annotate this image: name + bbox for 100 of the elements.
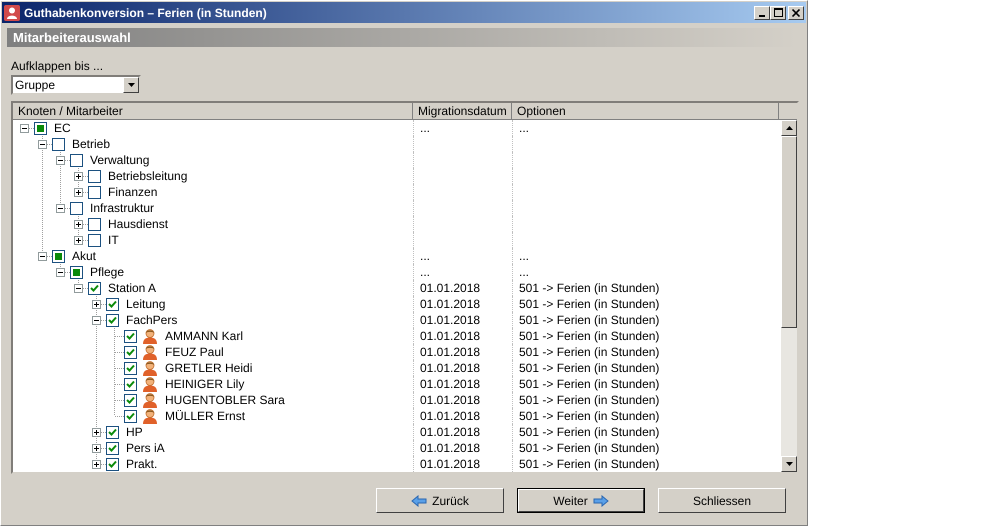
column-header[interactable]: Optionen (512, 103, 779, 119)
minimize-button[interactable] (754, 6, 770, 20)
expand-icon[interactable] (74, 188, 83, 197)
table-cell: 501 -> Ferien (in Stunden) (519, 297, 660, 311)
checkbox[interactable] (106, 298, 119, 310)
tree-node-label[interactable]: Finanzen (108, 185, 158, 199)
table-cell: 01.01.2018 (420, 297, 480, 311)
person-icon (142, 408, 158, 424)
expand-icon[interactable] (92, 444, 101, 453)
expand-icon[interactable] (92, 300, 101, 309)
checkbox[interactable] (106, 442, 119, 454)
column-header[interactable]: Migrationsdatum (413, 103, 512, 119)
tree-node-label[interactable]: FachPers (126, 313, 178, 327)
expand-icon[interactable] (74, 172, 83, 181)
table-cell: 501 -> Ferien (in Stunden) (519, 393, 660, 407)
person-icon (142, 376, 158, 392)
tree-node-label[interactable]: Verwaltung (90, 153, 150, 167)
checkbox[interactable] (106, 426, 119, 438)
tree-node-label[interactable]: Akut (72, 249, 96, 263)
maximize-button[interactable] (770, 6, 786, 20)
table-cell: 501 -> Ferien (in Stunden) (519, 457, 660, 471)
table-cell: 01.01.2018 (420, 281, 480, 295)
table-cell: ... (420, 121, 430, 135)
checkbox[interactable] (88, 170, 101, 182)
tree-node-label[interactable]: Pers iA (126, 441, 165, 455)
table-cell: ... (519, 121, 530, 135)
expand-icon[interactable] (92, 460, 101, 469)
tree-node-label[interactable]: GRETLER Heidi (165, 361, 252, 375)
checkbox[interactable] (70, 202, 83, 214)
scroll-up-button[interactable] (781, 120, 797, 136)
person-icon (142, 360, 158, 376)
checkbox[interactable] (88, 218, 101, 230)
checkbox[interactable] (88, 186, 101, 198)
checkbox[interactable] (106, 314, 119, 326)
checkbox[interactable] (124, 394, 137, 406)
collapse-icon[interactable] (56, 204, 65, 213)
tree-node-label[interactable]: EC (54, 121, 71, 135)
tree-node-label[interactable]: HUGENTOBLER Sara (165, 393, 285, 407)
checkbox[interactable] (106, 458, 119, 470)
maximize-icon (774, 8, 782, 17)
checkbox[interactable] (124, 330, 137, 342)
checkbox[interactable] (124, 346, 137, 358)
back-button[interactable]: Zurück (376, 488, 504, 513)
tree-node-label[interactable]: HP (126, 425, 143, 439)
tree-node-label[interactable]: Betrieb (72, 137, 110, 151)
tree-node-label[interactable]: Hausdienst (108, 217, 168, 231)
table-cell: ... (519, 265, 530, 279)
person-icon (142, 392, 158, 408)
scroll-down-button[interactable] (781, 456, 797, 472)
field-label: Aufklappen bis ... (11, 59, 104, 73)
scrollbar[interactable] (781, 120, 797, 472)
checkbox[interactable] (52, 250, 65, 262)
tree-node-label[interactable]: Infrastruktur (90, 201, 154, 215)
checkbox[interactable] (52, 138, 65, 150)
close-button[interactable] (788, 6, 804, 20)
checkbox[interactable] (124, 362, 137, 374)
table-cell: 501 -> Ferien (in Stunden) (519, 409, 660, 423)
table-cell: ... (519, 249, 530, 263)
checkbox[interactable] (124, 410, 137, 422)
close-dialog-button[interactable]: Schliessen (658, 488, 786, 513)
tree-node-label[interactable]: Station A (108, 281, 156, 295)
scroll-thumb[interactable] (781, 136, 797, 328)
collapse-icon[interactable] (38, 252, 47, 261)
table-cell: 501 -> Ferien (in Stunden) (519, 313, 660, 327)
checkbox[interactable] (88, 282, 101, 294)
collapse-icon[interactable] (92, 316, 101, 325)
tree-node-label[interactable]: Pflege (90, 265, 124, 279)
checkbox[interactable] (124, 378, 137, 390)
checkbox[interactable] (70, 266, 83, 278)
table-cell: 01.01.2018 (420, 409, 480, 423)
collapse-icon[interactable] (56, 156, 65, 165)
column-header[interactable]: Knoten / Mitarbeiter (13, 103, 413, 119)
tree-node-label[interactable]: MÜLLER Ernst (165, 409, 246, 423)
collapse-icon[interactable] (56, 268, 65, 277)
tree-node-label[interactable]: HEINIGER Lily (165, 377, 244, 391)
tree-node-label[interactable]: FEUZ Paul (165, 345, 224, 359)
table-cell: 01.01.2018 (420, 361, 480, 375)
collapse-icon[interactable] (74, 284, 83, 293)
table-cell: 01.01.2018 (420, 313, 480, 327)
next-button[interactable]: Weiter (517, 488, 645, 513)
table-cell: 01.01.2018 (420, 441, 480, 455)
tree-node-label[interactable]: AMMANN Karl (165, 329, 244, 343)
person-icon (4, 4, 20, 20)
checkbox[interactable] (34, 122, 47, 134)
expand-icon[interactable] (92, 428, 101, 437)
dropdown[interactable]: Gruppe (11, 75, 141, 95)
tree-node-label[interactable]: IT (108, 233, 119, 247)
collapse-icon[interactable] (38, 140, 47, 149)
tree-node-label[interactable]: Leitung (126, 297, 166, 311)
tree-node-label[interactable]: Prakt. (126, 457, 158, 471)
expand-icon[interactable] (74, 220, 83, 229)
checkbox[interactable] (70, 154, 83, 166)
table-cell: 01.01.2018 (420, 329, 480, 343)
checkbox[interactable] (88, 234, 101, 246)
tree-node-label[interactable]: Betriebsleitung (108, 169, 188, 183)
collapse-icon[interactable] (20, 124, 29, 133)
expand-icon[interactable] (74, 236, 83, 245)
table-cell: 01.01.2018 (420, 457, 480, 471)
up-triangle-icon (786, 126, 792, 130)
table-cell: 501 -> Ferien (in Stunden) (519, 329, 660, 343)
